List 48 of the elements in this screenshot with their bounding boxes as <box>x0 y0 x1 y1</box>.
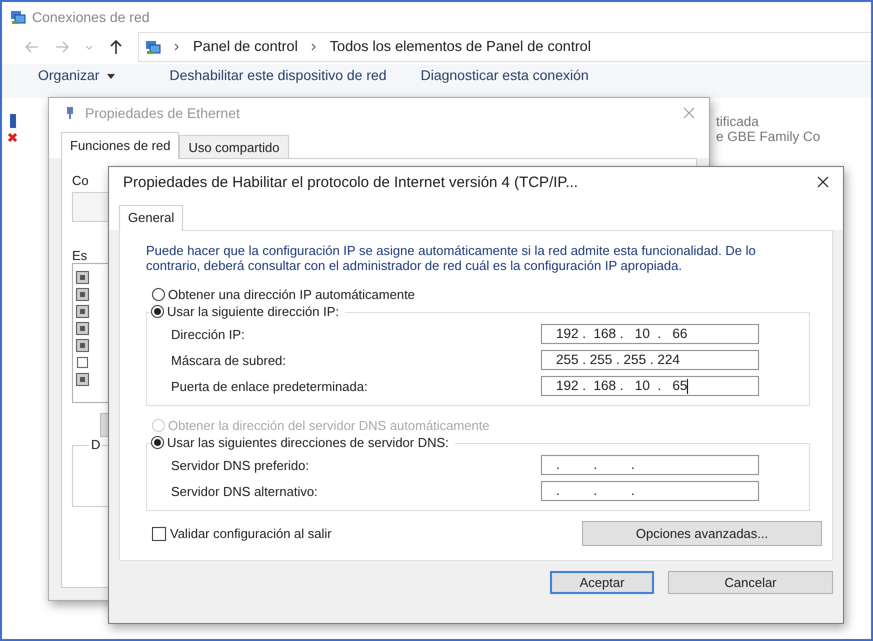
dialog-button[interactable]: Aceptar <box>550 571 654 594</box>
dialog-button[interactable]: Cancelar <box>668 571 833 594</box>
field-label: Servidor DNS alternativo: <box>171 484 318 498</box>
field-label: Puerta de enlace predeterminada: <box>171 378 368 394</box>
ip-address-field[interactable]: 192 . 168 . 10 . 65 <box>541 376 759 396</box>
checkbox[interactable] <box>77 357 88 368</box>
tab[interactable]: Uso compartido <box>179 135 288 158</box>
address-bar[interactable]: Panel de control Todos los elementos de Panel de control <box>138 32 871 62</box>
group-label: D <box>89 437 102 452</box>
field-label: Servidor DNS preferido: <box>171 458 309 472</box>
caret-icon <box>107 72 116 80</box>
radio-option[interactable]: Obtener una dirección IP automáticamente <box>152 287 415 302</box>
window-title: Propiedades de Ethernet <box>85 105 241 121</box>
ip-address-field[interactable]: . . . <box>541 481 759 501</box>
radio-option[interactable]: Usar las siguientes direcciones de servidor DNS: <box>151 435 449 450</box>
advanced-options-button[interactable]: Opciones avanzadas... <box>582 521 822 546</box>
field-label: Máscara de subred: <box>171 352 286 368</box>
breadcrumb-item[interactable]: Panel de control <box>193 39 298 55</box>
toolbar-item[interactable]: Diagnosticar esta conexión <box>420 67 589 83</box>
network-adapter-icon <box>8 114 18 144</box>
network-icon <box>10 9 26 25</box>
close-icon[interactable] <box>817 176 829 188</box>
checkbox-option[interactable]: Validar configuración al salir <box>152 526 332 541</box>
toolbar-item[interactable]: Organizar <box>38 67 100 83</box>
connection-detail: e GBE Family Co <box>716 129 822 144</box>
tab[interactable]: General <box>119 205 184 231</box>
window-title: Propiedades de Habilitar el protocolo de Internet versión 4 (TCP/IP... <box>123 174 579 190</box>
tab[interactable]: Funciones de red <box>61 132 180 159</box>
radio-button[interactable] <box>152 288 165 301</box>
ip-address-field[interactable]: . . . <box>541 455 759 475</box>
description-text: Puede hacer que la configuración IP se asigne automáticamente si la red admite esta funcionalidad. De lo contrario, deberá consultar con el administrador de red cuál es la configuración IP apropiada. <box>146 243 757 273</box>
breadcrumb-item[interactable]: Todos los elementos de Panel de control <box>330 39 591 55</box>
up-arrow-icon[interactable] <box>108 39 124 55</box>
network-icon <box>145 39 161 55</box>
ip-address-field[interactable]: 192 . 168 . 10 . 66 <box>541 324 759 344</box>
section-label: Es <box>72 248 88 263</box>
checkbox[interactable] <box>152 526 166 540</box>
radio-button[interactable] <box>151 305 164 318</box>
ip-address-field[interactable]: 255 . 255 . 255 . 224 <box>541 350 759 370</box>
section-label: Co <box>72 173 89 188</box>
toolbar-item[interactable]: Deshabilitar este dispositivo de red <box>169 67 387 83</box>
radio-option[interactable]: Usar la siguiente dirección IP: <box>151 304 339 319</box>
chevron-icon <box>310 43 318 51</box>
field-label: Dirección IP: <box>171 326 245 342</box>
radio-button[interactable] <box>151 436 164 449</box>
connection-detail: tificada <box>716 114 760 129</box>
chevron-icon <box>173 43 181 51</box>
window-title: Conexiones de red <box>32 9 150 25</box>
